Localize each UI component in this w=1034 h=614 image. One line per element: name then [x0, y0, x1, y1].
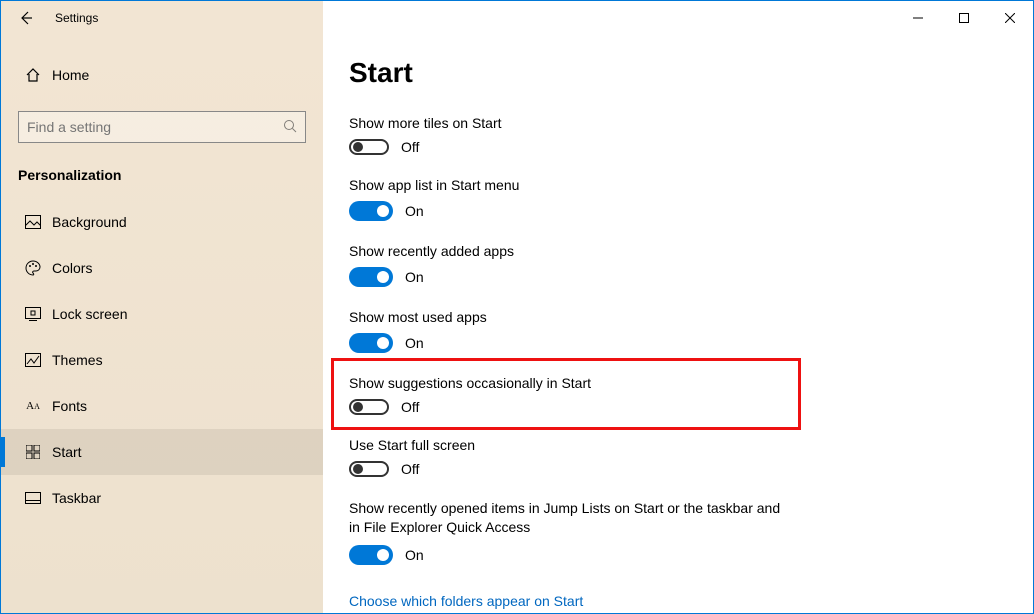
- toggle-state: Off: [401, 461, 419, 477]
- sidebar: Home Personalization Background Colors L…: [1, 35, 323, 613]
- maximize-icon: [959, 13, 969, 23]
- toggle-app-list[interactable]: [349, 201, 393, 221]
- maximize-button[interactable]: [941, 2, 987, 34]
- taskbar-icon: [25, 492, 41, 504]
- fonts-icon: AA: [26, 400, 40, 412]
- sidebar-item-themes[interactable]: Themes: [1, 337, 323, 383]
- palette-icon: [25, 260, 41, 276]
- setting-label: Show more tiles on Start: [349, 115, 1007, 131]
- close-icon: [1005, 13, 1015, 23]
- sidebar-item-label: Fonts: [52, 398, 87, 414]
- setting-label: Show recently opened items in Jump Lists…: [349, 499, 789, 537]
- close-button[interactable]: [987, 2, 1033, 34]
- toggle-most-used[interactable]: [349, 333, 393, 353]
- search-input[interactable]: [27, 119, 283, 135]
- toggle-more-tiles[interactable]: [349, 139, 389, 155]
- toggle-state: On: [405, 269, 424, 285]
- setting-label: Show app list in Start menu: [349, 177, 1007, 193]
- sidebar-item-label: Background: [52, 214, 127, 230]
- back-button[interactable]: [11, 3, 41, 33]
- sidebar-category: Personalization: [18, 167, 306, 183]
- window-title: Settings: [55, 11, 98, 25]
- toggle-state: On: [405, 203, 424, 219]
- toggle-recent-jumplists[interactable]: [349, 545, 393, 565]
- toggle-state: Off: [401, 139, 419, 155]
- minimize-button[interactable]: [895, 2, 941, 34]
- setting-app-list: Show app list in Start menu On: [349, 177, 1007, 221]
- sidebar-item-lock-screen[interactable]: Lock screen: [1, 291, 323, 337]
- sidebar-item-start[interactable]: Start: [1, 429, 323, 475]
- setting-most-used: Show most used apps On: [349, 309, 1007, 353]
- back-arrow-icon: [18, 10, 34, 26]
- sidebar-item-label: Taskbar: [52, 490, 101, 506]
- sidebar-item-label: Lock screen: [52, 306, 127, 322]
- sidebar-item-label: Start: [52, 444, 82, 460]
- start-icon: [26, 445, 40, 459]
- main-panel: Start Show more tiles on Start Off Show …: [323, 35, 1033, 613]
- sidebar-item-background[interactable]: Background: [1, 199, 323, 245]
- setting-suggestions: Show suggestions occasionally in Start O…: [349, 375, 1007, 415]
- setting-recent-jumplists: Show recently opened items in Jump Lists…: [349, 499, 1007, 565]
- setting-label: Show most used apps: [349, 309, 1007, 325]
- sidebar-home-label: Home: [52, 67, 89, 83]
- sidebar-item-colors[interactable]: Colors: [1, 245, 323, 291]
- toggle-recently-added[interactable]: [349, 267, 393, 287]
- setting-more-tiles: Show more tiles on Start Off: [349, 115, 1007, 155]
- setting-label: Show suggestions occasionally in Start: [349, 375, 1007, 391]
- minimize-icon: [913, 13, 923, 23]
- page-heading: Start: [349, 57, 1007, 89]
- sidebar-item-taskbar[interactable]: Taskbar: [1, 475, 323, 521]
- home-icon: [25, 67, 41, 83]
- sidebar-home[interactable]: Home: [18, 55, 306, 95]
- setting-full-screen: Use Start full screen Off: [349, 437, 1007, 477]
- link-choose-folders[interactable]: Choose which folders appear on Start: [349, 593, 583, 609]
- sidebar-item-label: Themes: [52, 352, 103, 368]
- sidebar-item-fonts[interactable]: AA Fonts: [1, 383, 323, 429]
- search-icon: [283, 119, 297, 136]
- sidebar-item-label: Colors: [52, 260, 92, 276]
- toggle-full-screen[interactable]: [349, 461, 389, 477]
- toggle-state: On: [405, 335, 424, 351]
- themes-icon: [25, 353, 41, 367]
- setting-label: Use Start full screen: [349, 437, 1007, 453]
- lock-screen-icon: [25, 307, 41, 321]
- picture-icon: [25, 215, 41, 229]
- toggle-state: Off: [401, 399, 419, 415]
- search-box[interactable]: [18, 111, 306, 143]
- setting-recently-added: Show recently added apps On: [349, 243, 1007, 287]
- setting-label: Show recently added apps: [349, 243, 1007, 259]
- toggle-state: On: [405, 547, 424, 563]
- toggle-suggestions[interactable]: [349, 399, 389, 415]
